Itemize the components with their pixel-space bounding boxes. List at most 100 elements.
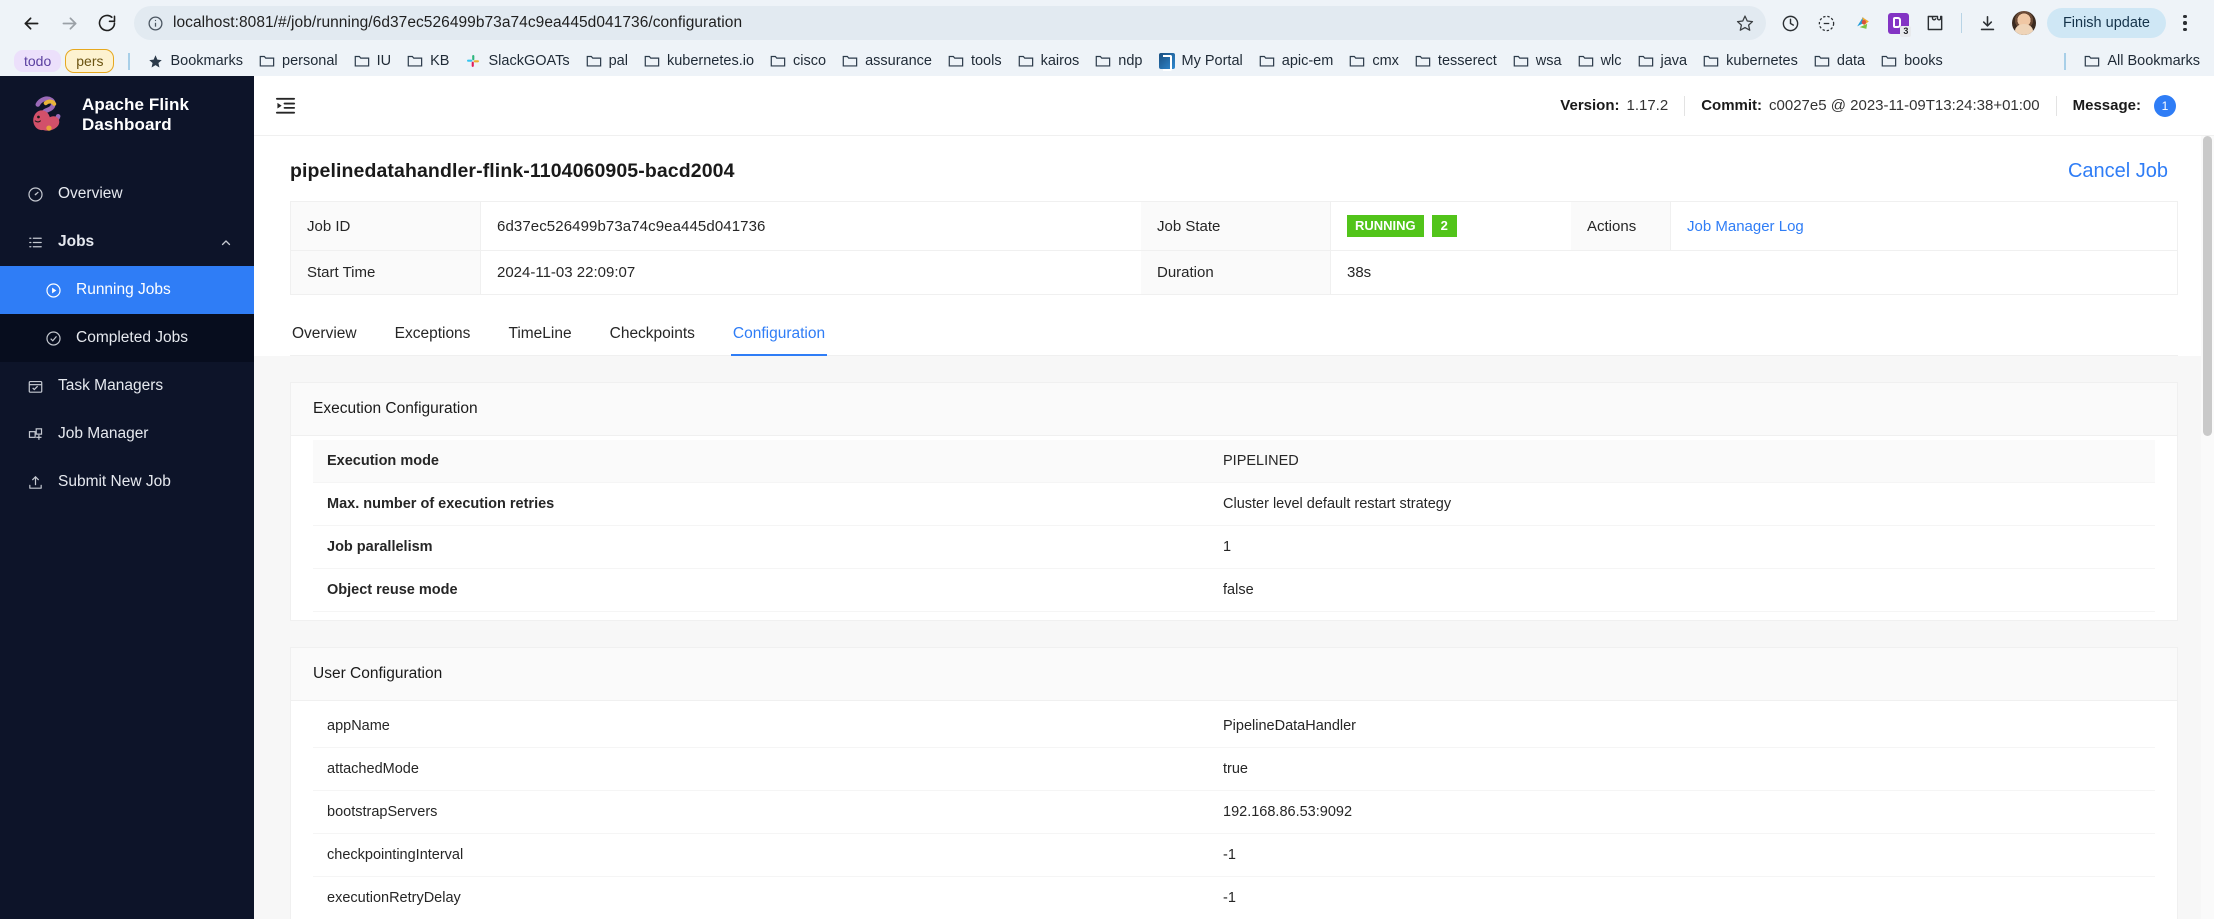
sidebar-item-completed-jobs[interactable]: Completed Jobs <box>0 314 254 362</box>
bookmark-ndp[interactable]: ndp <box>1087 49 1150 73</box>
reading-list-icon[interactable] <box>1810 6 1844 40</box>
execution-configuration-body: Execution mode PIPELINED Max. number of … <box>291 436 2177 620</box>
folder-icon <box>644 55 660 67</box>
finish-update-button[interactable]: Finish update <box>2046 8 2166 38</box>
address-bar[interactable]: localhost:8081/#/job/running/6d37ec52649… <box>134 6 1766 40</box>
tab-configuration[interactable]: Configuration <box>730 313 828 356</box>
bookmark-iu[interactable]: IU <box>346 49 400 73</box>
folder-icon <box>1095 55 1111 67</box>
message-label: Message: <box>2072 97 2141 114</box>
bookmark-bookmarks[interactable]: Bookmarks <box>140 49 251 73</box>
bookmark-java[interactable]: java <box>1630 49 1696 73</box>
menu-fold-icon[interactable] <box>274 94 298 118</box>
row-value: -1 <box>1223 890 1236 906</box>
bookmark-apic-em[interactable]: apic-em <box>1251 49 1342 73</box>
sidebar-item-job-manager[interactable]: Job Manager <box>0 410 254 458</box>
tab-overview[interactable]: Overview <box>290 313 359 355</box>
bookmark-cisco[interactable]: cisco <box>762 49 834 73</box>
bookmark-todo[interactable]: todo <box>14 50 62 72</box>
forward-arrow-icon[interactable] <box>52 6 86 40</box>
message-info[interactable]: Message: 1 <box>2057 94 2192 117</box>
page-scrollbar[interactable] <box>2201 136 2214 919</box>
job-manager-log-link[interactable]: Job Manager Log <box>1687 218 1804 235</box>
bookmark-books[interactable]: books <box>1873 49 1951 73</box>
folder-icon <box>354 55 369 67</box>
row-key: Object reuse mode <box>327 582 458 598</box>
folder-icon <box>1018 55 1033 67</box>
job-header: pipelinedatahandler-flink-1104060905-bac… <box>254 136 2214 201</box>
folder-icon <box>1814 55 1830 67</box>
bookmark-pal[interactable]: pal <box>578 49 636 73</box>
site-info-icon[interactable] <box>146 14 164 32</box>
table-row: bootstrapServers 192.168.86.53:9092 <box>313 791 2155 834</box>
bookmark-kb[interactable]: KB <box>399 49 457 73</box>
commit-info: Commit: c0027e5 @ 2023-11-09T13:24:38+01… <box>1685 97 2055 114</box>
commit-value: c0027e5 @ 2023-11-09T13:24:38+01:00 <box>1769 97 2040 114</box>
sidebar-item-running-jobs[interactable]: Running Jobs <box>0 266 254 314</box>
empty-cell <box>1671 251 2177 295</box>
sidebar-item-jobs[interactable]: Jobs <box>0 218 254 266</box>
row-value: 192.168.86.53:9092 <box>1223 804 1353 820</box>
check-circle-icon <box>44 329 62 347</box>
bookmark-data[interactable]: data <box>1806 49 1873 73</box>
all-bookmarks-button[interactable]: All Bookmarks <box>2076 49 2208 73</box>
bookmark-kairos[interactable]: kairos <box>1010 49 1088 73</box>
profile-avatar[interactable] <box>2007 6 2041 40</box>
bookmark-tesserect[interactable]: tesserect <box>1407 49 1505 73</box>
history-icon[interactable] <box>1774 6 1808 40</box>
user-configuration-title: User Configuration <box>291 648 2177 701</box>
sidebar-item-overview[interactable]: Overview <box>0 170 254 218</box>
page-title: pipelinedatahandler-flink-1104060905-bac… <box>290 160 735 182</box>
brand[interactable]: Apache Flink Dashboard <box>0 76 254 156</box>
bookmark-kubernetes[interactable]: kubernetes <box>1695 49 1806 73</box>
bookmark-wsa[interactable]: wsa <box>1505 49 1570 73</box>
extensions-icon[interactable] <box>1918 6 1952 40</box>
tab-checkpoints[interactable]: Checkpoints <box>608 313 697 355</box>
bookmark-label: cisco <box>793 53 827 69</box>
chevron-up-icon[interactable] <box>220 236 232 248</box>
scrollbar-thumb[interactable] <box>2203 136 2212 436</box>
list-icon <box>26 233 44 251</box>
bookmark-label: kubernetes <box>1726 53 1798 69</box>
sidebar-item-label: Overview <box>58 185 123 202</box>
folder-icon <box>1415 55 1431 67</box>
back-arrow-icon[interactable] <box>14 6 48 40</box>
extension-puzzle-colored-icon[interactable] <box>1846 6 1880 40</box>
row-value: -1 <box>1223 847 1236 863</box>
all-bookmarks-label: All Bookmarks <box>2107 53 2200 69</box>
job-state-value: RUNNING 2 <box>1331 202 1571 251</box>
browser-chrome: localhost:8081/#/job/running/6d37ec52649… <box>0 0 2214 76</box>
bookmark-label: IU <box>376 53 392 69</box>
row-key: attachedMode <box>327 761 419 777</box>
sidebar-item-submit-new-job[interactable]: Submit New Job <box>0 458 254 506</box>
bookmark-tools[interactable]: tools <box>940 49 1010 73</box>
bookmark-assurance[interactable]: assurance <box>834 49 940 73</box>
execution-configuration-card: Execution Configuration Execution mode P… <box>290 382 2178 621</box>
cancel-job-button[interactable]: Cancel Job <box>2068 160 2178 183</box>
execution-configuration-title: Execution Configuration <box>291 383 2177 436</box>
browser-menu-icon[interactable] <box>2170 6 2200 40</box>
tab-exceptions[interactable]: Exceptions <box>393 313 473 355</box>
bookmark-personal[interactable]: personal <box>251 49 346 73</box>
bookmark-my-portal[interactable]: My Portal <box>1151 49 1251 73</box>
downloads-icon[interactable] <box>1971 6 2005 40</box>
reload-icon[interactable] <box>90 6 124 40</box>
password-manager-icon[interactable]: 3 <box>1882 6 1916 40</box>
bookmark-label: KB <box>430 53 450 69</box>
sidebar-item-task-managers[interactable]: Task Managers <box>0 362 254 410</box>
folder-icon <box>948 55 964 67</box>
table-row: Object reuse mode false <box>313 569 2155 612</box>
all-bookmarks-group: All Bookmarks <box>2054 49 2208 73</box>
upload-icon <box>26 473 44 491</box>
folder-icon <box>1703 55 1719 67</box>
bookmark-wlc[interactable]: wlc <box>1570 49 1630 73</box>
tab-timeline[interactable]: TimeLine <box>506 313 573 355</box>
bookmark-slackgoats[interactable]: SlackGOATs <box>457 49 577 73</box>
row-key: Job parallelism <box>327 539 433 555</box>
bookmark-star-icon[interactable] <box>1730 8 1760 38</box>
bookmark-kubernetes-io[interactable]: kubernetes.io <box>636 49 762 73</box>
bookmark-pers[interactable]: pers <box>65 49 115 73</box>
bookmark-label: apic-em <box>1281 53 1334 69</box>
status-badge: RUNNING <box>1347 215 1424 237</box>
bookmark-cmx[interactable]: cmx <box>1341 49 1407 73</box>
